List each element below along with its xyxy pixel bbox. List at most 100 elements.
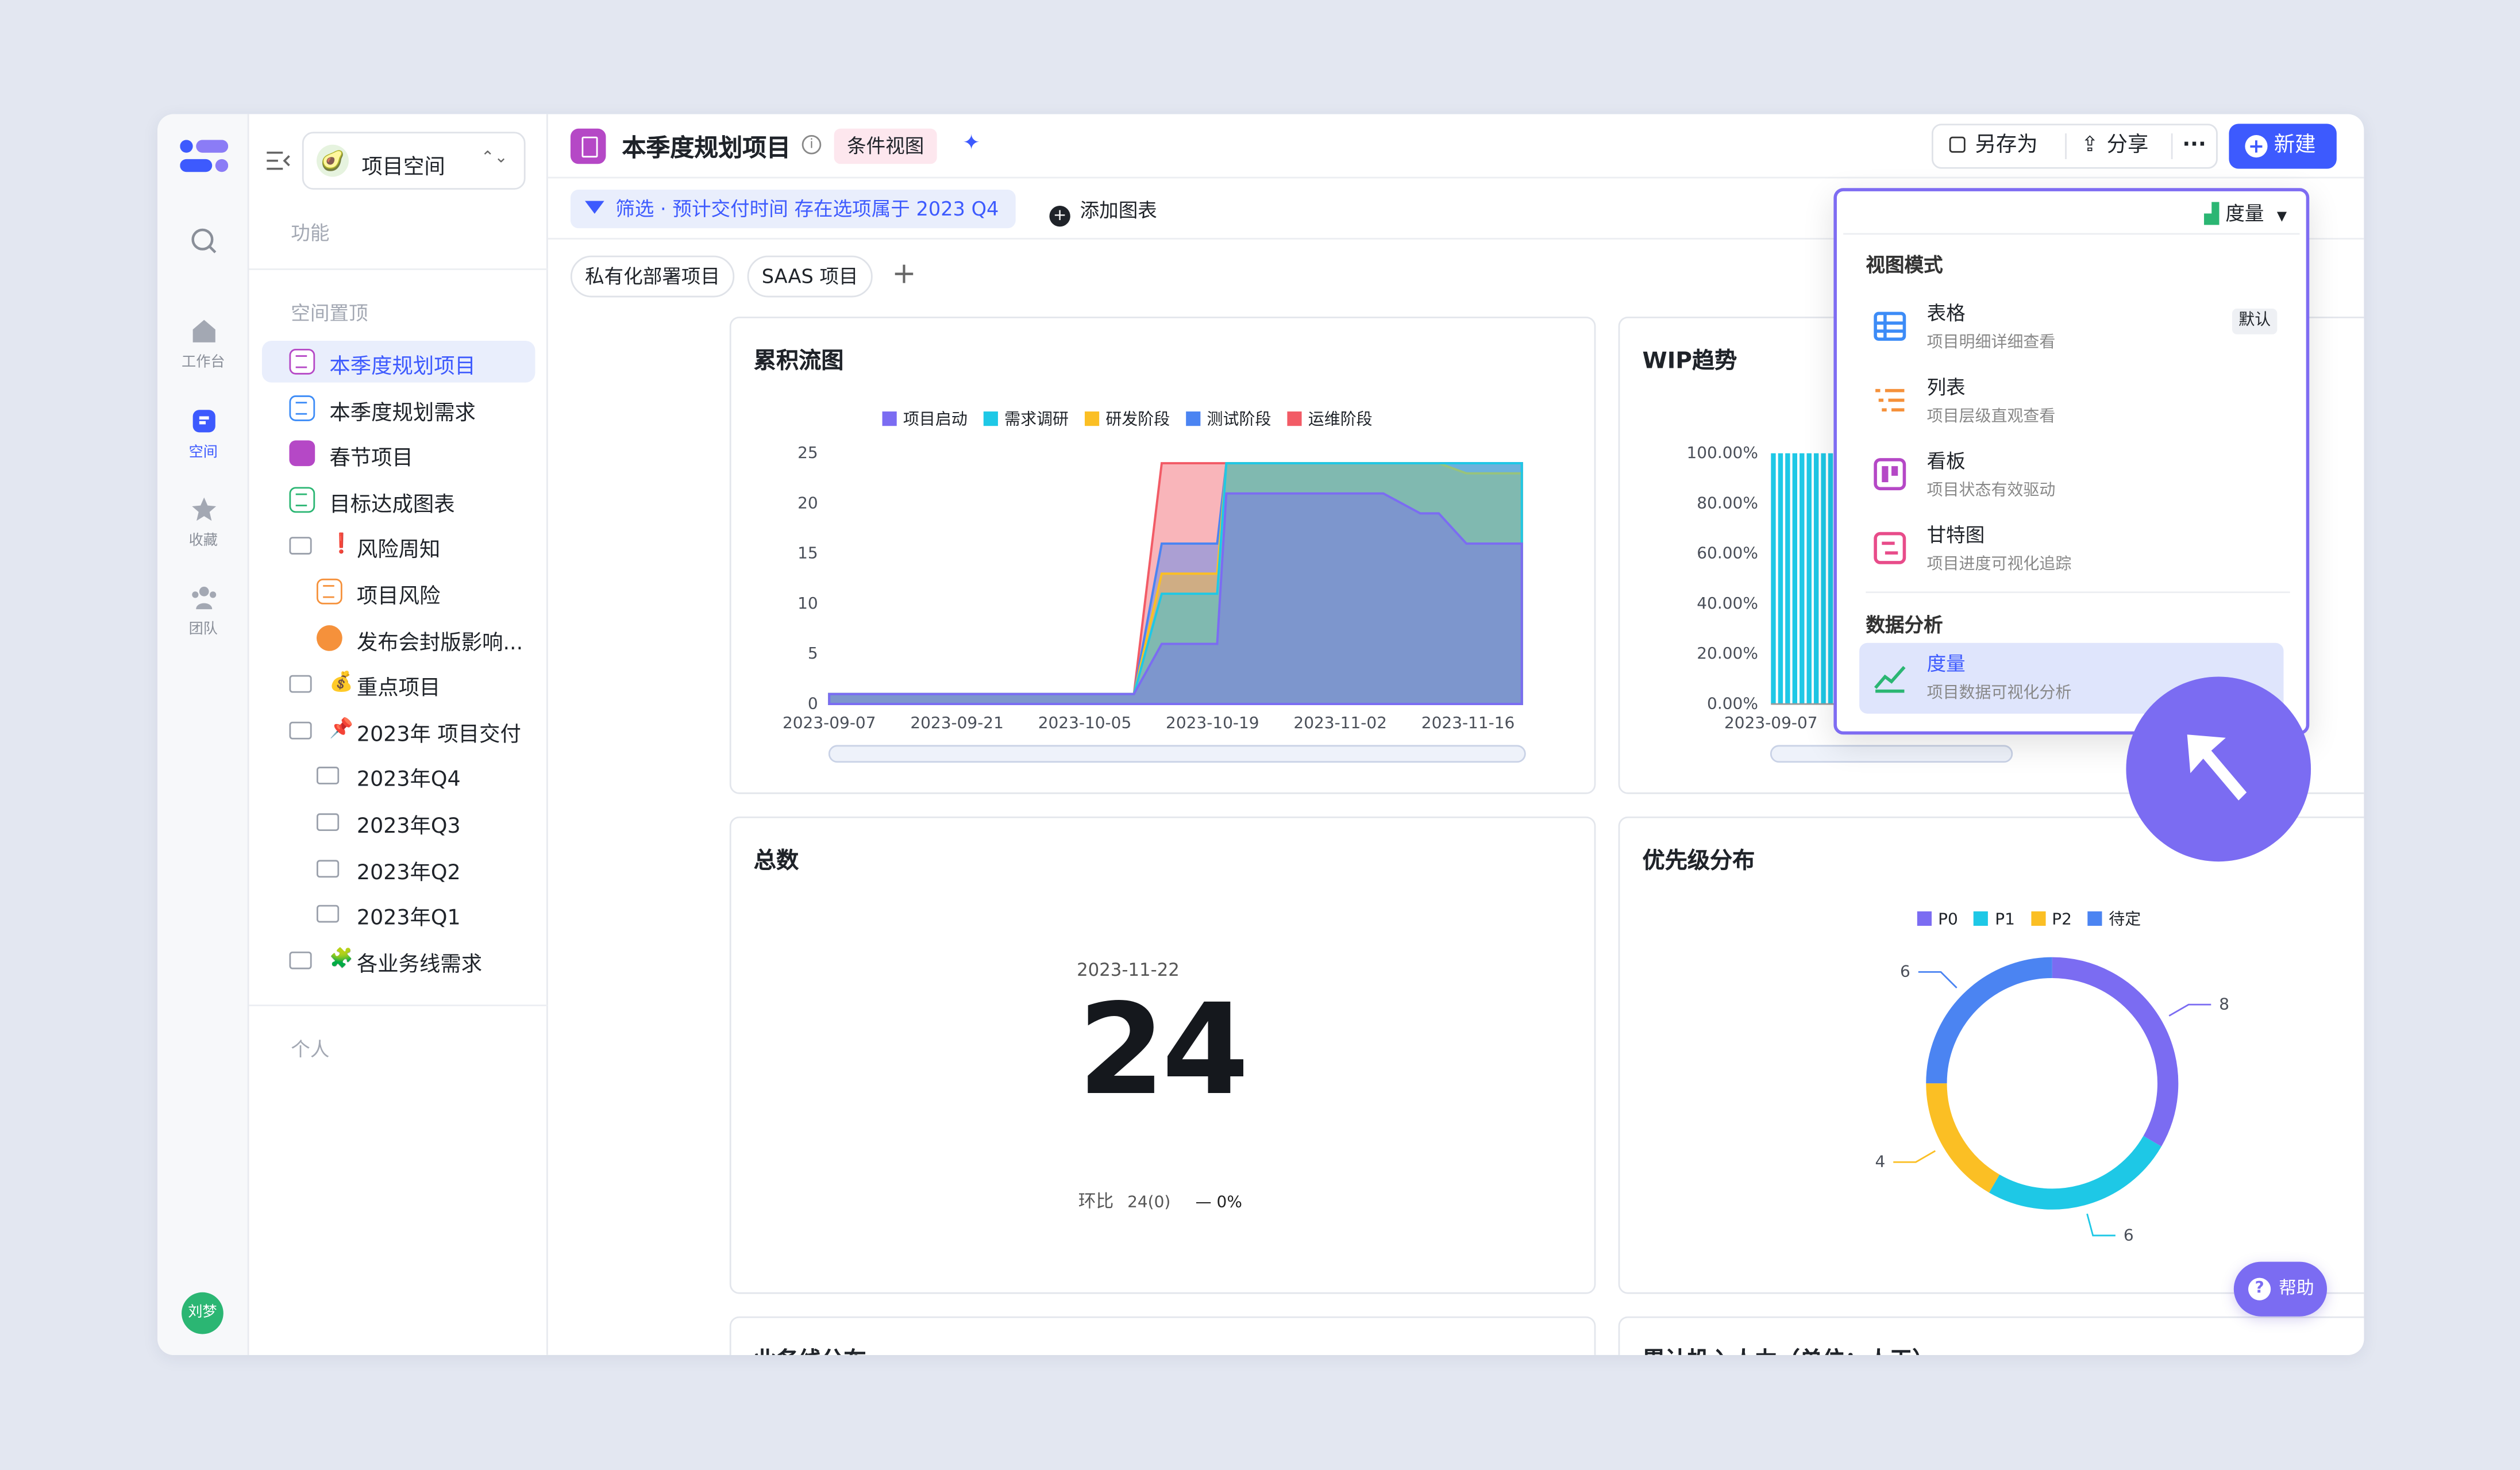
y-tick-label: 80.00% bbox=[1697, 493, 1758, 512]
tab-private-deploy[interactable]: 私有化部署项目 bbox=[570, 255, 735, 298]
legend-label[interactable]: P2 bbox=[2052, 911, 2072, 929]
y-tick-label: 60.00% bbox=[1697, 544, 1758, 563]
sidebar-item[interactable]: 2023年Q3 bbox=[262, 801, 535, 842]
wip-bar[interactable] bbox=[1800, 453, 1805, 705]
sidebar-item[interactable]: 发布会封版影响... bbox=[262, 617, 535, 659]
legend-label[interactable]: 项目启动 bbox=[903, 411, 968, 429]
tab-saas[interactable]: SAAS 项目 bbox=[747, 255, 873, 298]
legend-label[interactable]: 研发阶段 bbox=[1105, 411, 1170, 429]
add-chart-button[interactable]: + 添加图表 bbox=[1049, 196, 1157, 227]
view-mode-desc: 项目状态有效驱动 bbox=[1926, 482, 2056, 500]
metric-trigger[interactable]: ▟ 度量 ▼ bbox=[2204, 199, 2287, 227]
pie-data-label: 6 bbox=[2124, 1225, 2134, 1244]
home-icon bbox=[192, 320, 215, 343]
y-tick-label: 40.00% bbox=[1697, 594, 1758, 613]
section-personal[interactable]: 个人 bbox=[291, 1035, 329, 1063]
sidebar-item[interactable]: 2023年Q2 bbox=[262, 846, 535, 888]
view-mode-item[interactable]: 列表项目层级直观查看 bbox=[1859, 367, 2283, 437]
card-title: 总数 bbox=[753, 848, 799, 875]
rail-workbench[interactable]: 工作台 bbox=[157, 317, 249, 371]
view-mode-desc: 项目明细详细查看 bbox=[1926, 334, 2056, 352]
sidebar-item[interactable]: 目标达成图表 bbox=[262, 479, 535, 521]
rail-space[interactable]: 空间 bbox=[157, 407, 249, 461]
kpi-date: 2023-11-22 bbox=[1077, 959, 1180, 981]
wip-bar[interactable] bbox=[1828, 453, 1833, 705]
view-mode-title: 列表 bbox=[1926, 376, 1966, 399]
sidebar-item[interactable]: 本季度规划项目 bbox=[261, 340, 535, 383]
legend-swatch bbox=[2030, 911, 2046, 926]
legend-label[interactable]: 测试阶段 bbox=[1207, 411, 1271, 429]
view-mode-desc: 项目层级直观查看 bbox=[1926, 408, 2056, 426]
rail-team[interactable]: 团队 bbox=[157, 583, 249, 638]
save-as-button[interactable]: 另存为 bbox=[1949, 125, 2038, 167]
sidebar-item[interactable]: 💰 重点项目 bbox=[262, 663, 535, 705]
view-mode-item[interactable]: 甘特图 项目进度可视化追踪 bbox=[1859, 514, 2283, 585]
sidebar-item[interactable]: 2023年Q1 bbox=[262, 892, 535, 934]
sidebar-item[interactable]: 春节项目 bbox=[262, 433, 535, 475]
filter-chip[interactable]: 筛选 · 预计交付时间 存在选项属于 2023 Q4 bbox=[570, 190, 1015, 229]
doc-icon bbox=[289, 486, 315, 513]
sidebar-item[interactable]: 项目风险 bbox=[262, 571, 535, 613]
sidebar-collapse-icon[interactable] bbox=[265, 149, 291, 172]
section-pinned[interactable]: 空间置顶 bbox=[291, 299, 368, 326]
sidebar-item[interactable]: ❗ 风险周知 bbox=[262, 525, 535, 567]
pin-icon[interactable]: ✦ bbox=[962, 132, 980, 156]
wip-bar[interactable] bbox=[1821, 453, 1826, 705]
sidebar-item-label: 项目风险 bbox=[356, 585, 441, 610]
help-button[interactable]: ? 帮助 bbox=[2233, 1261, 2328, 1317]
x-tick-label: 2023-09-21 bbox=[910, 713, 1004, 732]
sidebar-item[interactable]: 2023年Q4 bbox=[262, 755, 535, 796]
chevron-updown-icon: ⌃⌄ bbox=[480, 149, 508, 167]
view-tag[interactable]: 条件视图 bbox=[834, 128, 937, 164]
view-mode-desc: 项目数据可视化分析 bbox=[1926, 684, 2072, 703]
folder-icon bbox=[317, 905, 340, 923]
filter-text: 筛选 · 预计交付时间 存在选项属于 2023 Q4 bbox=[615, 198, 999, 221]
view-mode-title: 度量 bbox=[1926, 652, 1966, 675]
filter-icon bbox=[585, 201, 604, 214]
share-button[interactable]: ⇪ 分享 bbox=[2081, 125, 2148, 167]
wip-bar[interactable] bbox=[1778, 453, 1783, 705]
wip-bar[interactable] bbox=[1785, 453, 1790, 705]
sidebar-item[interactable]: 📌 2023年 项目交付 bbox=[262, 709, 535, 751]
legend-label[interactable]: 运维阶段 bbox=[1308, 411, 1373, 429]
share-icon: ⇪ bbox=[2081, 133, 2099, 158]
legend-swatch bbox=[1186, 411, 1201, 426]
emoji-icon: 📌 bbox=[329, 716, 354, 740]
legend-label[interactable]: 待定 bbox=[2109, 911, 2141, 929]
card-total: 总数 2023-11-22 24 环比 24(0) — 0% bbox=[729, 816, 1596, 1294]
x-tick-label: 2023-11-16 bbox=[1421, 713, 1515, 732]
x-tick-label: 2023-09-07 bbox=[1724, 713, 1818, 732]
legend-label[interactable]: P0 bbox=[1938, 911, 1958, 929]
view-mode-item[interactable]: 表格 项目明细详细查看 默认 bbox=[1859, 293, 2283, 363]
pie-slice[interactable] bbox=[1926, 1083, 2000, 1193]
user-avatar[interactable]: 刘梦 bbox=[182, 1292, 224, 1334]
wip-bar[interactable] bbox=[1813, 453, 1819, 705]
zoom-slider[interactable] bbox=[828, 745, 1526, 763]
wip-bar[interactable] bbox=[1792, 453, 1798, 705]
search-icon[interactable] bbox=[157, 226, 249, 260]
y-tick-label: 100.00% bbox=[1686, 443, 1758, 462]
y-tick-label: 5 bbox=[808, 644, 818, 663]
wip-bar[interactable] bbox=[1806, 453, 1812, 705]
legend-label[interactable]: P1 bbox=[1995, 911, 2015, 929]
rail-favorites[interactable]: 收藏 bbox=[157, 495, 249, 550]
card-title: 累计投入人力（单位：人天） bbox=[1643, 1344, 1935, 1355]
section-function[interactable]: 功能 bbox=[291, 218, 329, 246]
view-mode-item[interactable]: 看板 项目状态有效驱动 bbox=[1859, 440, 2283, 511]
rail-workbench-label: 工作台 bbox=[182, 355, 225, 372]
wip-bar[interactable] bbox=[1771, 453, 1776, 705]
card-title: 业务线分布 bbox=[754, 1344, 866, 1355]
zoom-slider[interactable] bbox=[1770, 745, 2013, 763]
pie-slice[interactable] bbox=[1989, 1136, 2161, 1210]
legend-label[interactable]: 需求调研 bbox=[1004, 411, 1069, 429]
space-switcher[interactable]: 🥑 项目空间 ⌃⌄ bbox=[302, 132, 526, 190]
add-tab-icon[interactable]: + bbox=[892, 257, 916, 291]
pie-slice[interactable] bbox=[2052, 957, 2179, 1146]
more-button[interactable]: ··· bbox=[2182, 125, 2206, 167]
new-button[interactable]: + 新建 bbox=[2229, 124, 2337, 169]
view-mode-title: 表格 bbox=[1926, 302, 1966, 325]
sidebar-item[interactable]: 🧩 各业务线需求 bbox=[262, 938, 535, 980]
sidebar-item[interactable]: 本季度规划需求 bbox=[262, 387, 535, 429]
view-mode-dropdown: ▟ 度量 ▼ 视图模式 表格 项目明细详细查看 默认 列表 项目层级直观查看 看板 项目状态有效… bbox=[1833, 188, 2310, 735]
info-icon[interactable]: i bbox=[802, 134, 822, 155]
